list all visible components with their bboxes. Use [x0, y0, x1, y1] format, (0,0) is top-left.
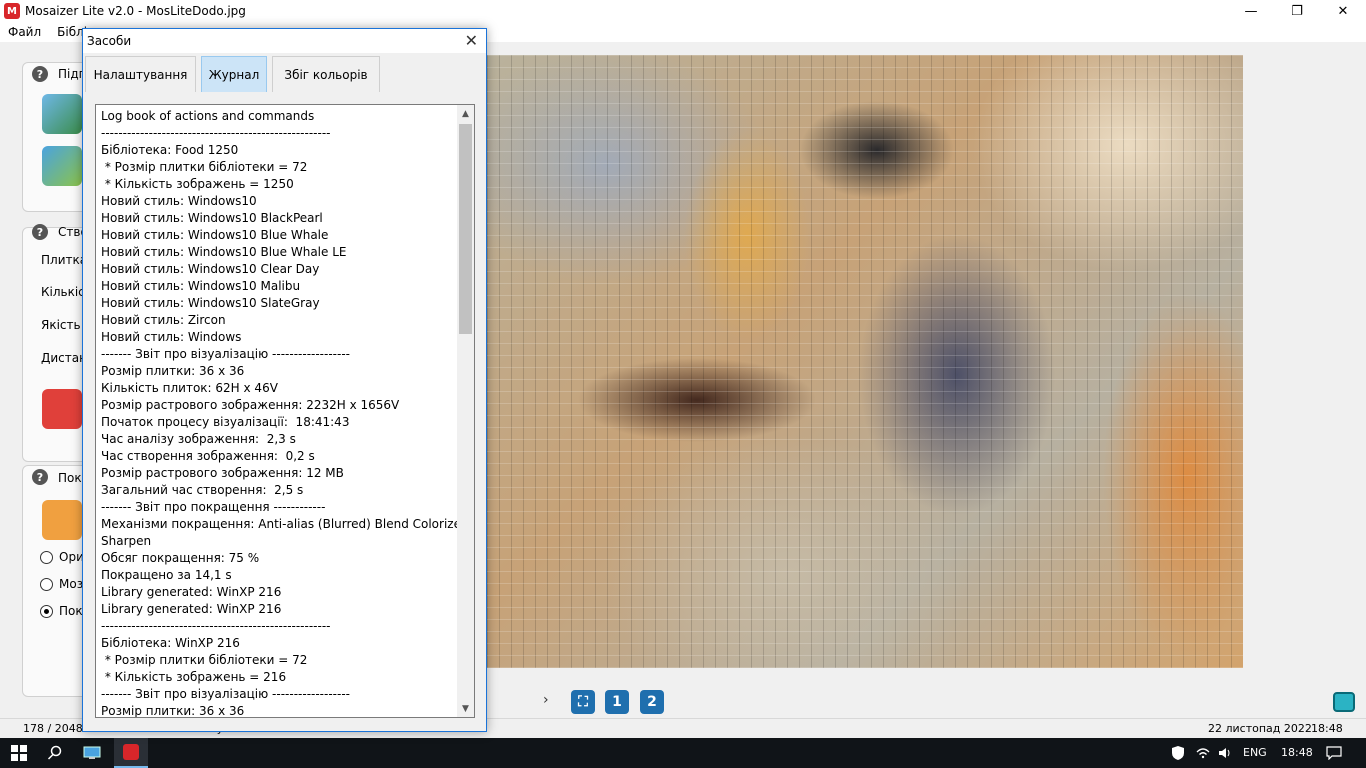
log-lines: Log book of actions and commands --------…: [101, 108, 461, 718]
taskbar: ENG 18:48: [0, 738, 1366, 768]
camera-icon[interactable]: [42, 389, 82, 429]
log-line: Library generated: WinXP 216: [101, 585, 282, 599]
tab-log[interactable]: Журнал: [201, 56, 267, 92]
log-line: Новий стиль: Windows10: [101, 194, 257, 208]
log-line: * Розмір плитки бібліотеки = 72: [101, 653, 308, 667]
enhance-tool-icon[interactable]: [42, 500, 82, 540]
menu-file[interactable]: Файл: [0, 25, 49, 39]
log-line: Розмір растрового зображення: 2232H x 16…: [101, 398, 400, 412]
status-time: 18:48: [1311, 722, 1343, 735]
dialog-title-bar: Засоби ✕: [83, 29, 486, 53]
start-icon[interactable]: [8, 738, 30, 768]
scroll-down-icon[interactable]: ▼: [457, 700, 474, 717]
wifi-icon[interactable]: [1194, 738, 1212, 768]
dialog-close-icon[interactable]: ✕: [465, 31, 478, 50]
log-line: Обсяг покращення: 75 %: [101, 551, 260, 565]
desktop-icon[interactable]: [80, 738, 104, 768]
count-label: Кількіс: [41, 285, 85, 299]
distance-label: Дистан: [41, 351, 87, 365]
log-line: ------- Звіт про візуалізацію ----------…: [101, 347, 350, 361]
log-line: Новий стиль: Windows10 Malibu: [101, 279, 301, 293]
log-line: ------- Звіт про покращення ------------: [101, 500, 326, 514]
tile-label: Плитка: [41, 253, 88, 267]
log-line: ----------------------------------------…: [101, 619, 331, 633]
log-line: * Кількість зображень = 1250: [101, 177, 294, 191]
group-title-prepare: Підг: [58, 67, 85, 81]
help-icon[interactable]: ?: [32, 224, 48, 240]
log-line: Кількість плиток: 62H x 46V: [101, 381, 278, 395]
help-icon[interactable]: ?: [32, 469, 48, 485]
log-line: Час створення зображення: 0,2 s: [101, 449, 315, 463]
dialog-title: Засоби: [87, 34, 132, 48]
monitor-icon[interactable]: [1333, 692, 1355, 712]
scroll-up-icon[interactable]: ▲: [457, 105, 474, 122]
log-line: ------- Звіт про візуалізацію ----------…: [101, 687, 350, 701]
log-line: Бібліотека: WinXP 216: [101, 636, 240, 650]
search-icon[interactable]: [44, 738, 66, 768]
volume-icon[interactable]: [1216, 738, 1234, 768]
log-line: Бібліотека: Food 1250: [101, 143, 239, 157]
log-line: Library generated: WinXP 216: [101, 602, 282, 616]
mosaic-image: [487, 55, 1243, 668]
log-line: ----------------------------------------…: [101, 126, 331, 140]
log-line: Загальний час створення: 2,5 s: [101, 483, 304, 497]
log-line: Покращено за 14,1 s: [101, 568, 232, 582]
app-logo-icon: M: [4, 3, 20, 19]
tab-color-match[interactable]: Збіг кольорів: [272, 56, 380, 92]
log-line: Новий стиль: Windows: [101, 330, 242, 344]
maximize-button[interactable]: ❐: [1274, 0, 1320, 22]
log-line: Новий стиль: Windows10 Blue Whale: [101, 228, 329, 242]
language-indicator[interactable]: ENG: [1243, 746, 1267, 759]
log-scrollbar[interactable]: ▲ ▼: [457, 105, 474, 717]
radio-mosaic[interactable]: [40, 578, 53, 591]
window-title: Mosaizer Lite v2.0 - MosLiteDodo.jpg: [25, 4, 246, 18]
radio-original-label: Ори: [59, 550, 84, 564]
mosaizer-taskbar-icon[interactable]: [114, 738, 148, 768]
scroll-thumb[interactable]: [459, 124, 472, 334]
log-line: Розмір плитки: 36 x 36: [101, 364, 245, 378]
fit-view-button[interactable]: ⛶: [571, 690, 595, 714]
minimize-button[interactable]: —: [1228, 0, 1274, 22]
view-1-button[interactable]: 1: [605, 690, 629, 714]
log-line: Розмір плитки: 36 x 36: [101, 704, 245, 718]
log-line: * Кількість зображень = 216: [101, 670, 287, 684]
log-textbox[interactable]: Log book of actions and commands --------…: [95, 104, 475, 718]
status-date: 22 листопад 2022: [1208, 722, 1312, 735]
dialog-tabs: Налаштування Журнал Збіг кольорів: [83, 53, 486, 92]
title-bar: M Mosaizer Lite v2.0 - MosLiteDodo.jpg —…: [0, 0, 1366, 22]
log-line: Sharpen: [101, 534, 152, 548]
log-line: Новий стиль: Windows10 Clear Day: [101, 262, 320, 276]
view-2-button[interactable]: 2: [640, 690, 664, 714]
nav-arrow-icon[interactable]: ›: [543, 692, 549, 708]
log-line: Час аналізу зображення: 2,3 s: [101, 432, 296, 446]
log-line: Розмір растрового зображення: 12 MB: [101, 466, 344, 480]
notifications-icon[interactable]: [1324, 738, 1344, 768]
log-line: Новий стиль: Windows10 BlackPearl: [101, 211, 323, 225]
security-shield-icon[interactable]: [1170, 738, 1186, 768]
log-line: Новий стиль: Zircon: [101, 313, 226, 327]
taskbar-clock[interactable]: 18:48: [1281, 746, 1313, 759]
quality-label: Якість: [41, 318, 81, 332]
log-line: Механізми покращення: Anti-alias (Blurre…: [101, 517, 461, 531]
log-line: * Розмір плитки бібліотеки = 72: [101, 160, 308, 174]
tools-dialog: Засоби ✕ Налаштування Журнал Збіг кольор…: [82, 28, 487, 732]
help-icon[interactable]: ?: [32, 66, 48, 82]
radio-original[interactable]: [40, 551, 53, 564]
radio-enhanced-label: Пок: [59, 604, 83, 618]
photo-library-icon[interactable]: [42, 146, 82, 186]
image-icon[interactable]: [42, 94, 82, 134]
group-title-enhance: Пок: [58, 471, 82, 485]
log-line: Log book of actions and commands: [101, 109, 315, 123]
log-line: Початок процесу візуалізації: 18:41:43: [101, 415, 350, 429]
close-button[interactable]: ✕: [1320, 0, 1366, 22]
tab-settings[interactable]: Налаштування: [85, 56, 196, 92]
log-line: Новий стиль: Windows10 SlateGray: [101, 296, 320, 310]
log-line: Новий стиль: Windows10 Blue Whale LE: [101, 245, 347, 259]
radio-mosaic-label: Моз: [59, 577, 84, 591]
radio-enhanced[interactable]: [40, 605, 53, 618]
